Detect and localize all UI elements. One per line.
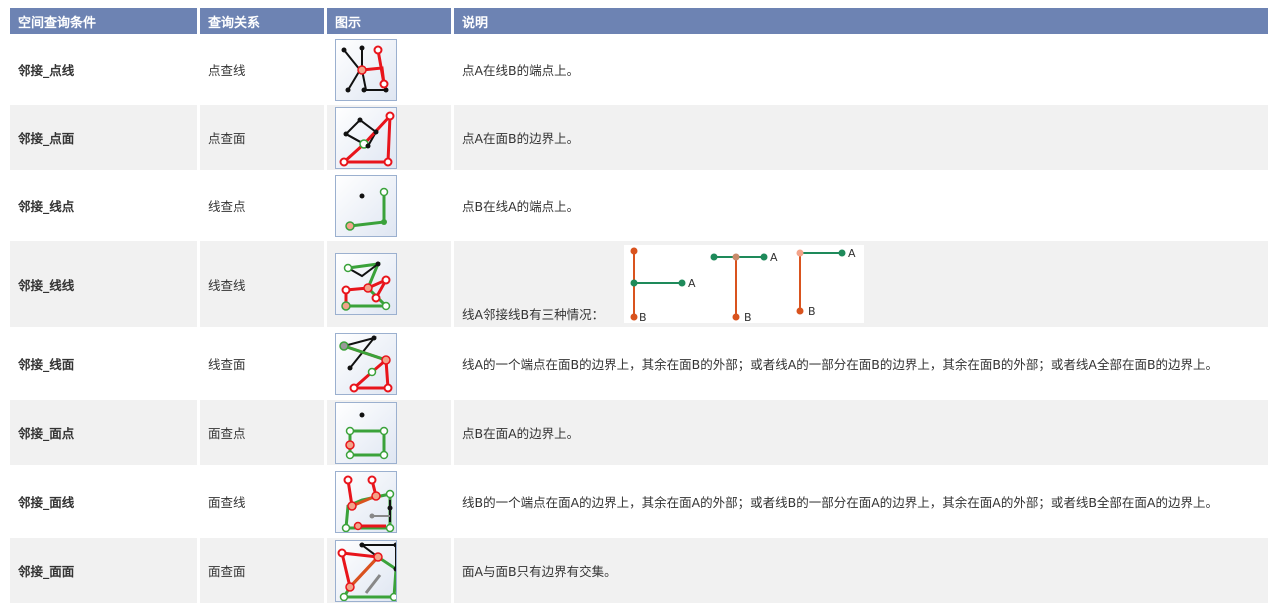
- relation-cell: 面查线: [200, 468, 327, 535]
- table-row: 邻接_线面 线查面 线A的一个端点在面B的边界上，其余在面B的外部；或者线A的一: [10, 330, 1268, 400]
- relation-cell: 点查线: [200, 37, 327, 102]
- description-cell: 线A的一个端点在面B的边界上，其余在面B的外部；或者线A的一部分在面B的边界上，…: [462, 357, 1219, 372]
- condition-cell: 邻接_点线: [10, 37, 200, 102]
- polygon-line-adjacency-icon: [335, 470, 397, 533]
- condition-cell: 邻接_线线: [10, 241, 200, 327]
- line-line-adjacency-icon: [335, 253, 397, 315]
- figure-cell: [327, 173, 454, 238]
- condition-cell: 邻接_面点: [10, 400, 200, 465]
- figure-cell: [327, 330, 454, 397]
- case1-label-b: B: [639, 311, 647, 323]
- figure-cell: [327, 538, 454, 603]
- case1-label-a: A: [688, 277, 696, 290]
- figure-cell: [327, 37, 454, 102]
- point-polygon-adjacency-icon: [335, 106, 397, 169]
- line-point-adjacency-icon: [335, 174, 397, 237]
- description-cell: 点B在线A的端点上。: [462, 199, 580, 214]
- spatial-query-table: 空间查询条件 查询关系 图示 说明 邻接_点线 点查线 点A在线B的端点上。 邻…: [10, 8, 1268, 606]
- description-cell: 点A在线B的端点上。: [462, 63, 580, 78]
- case3-label-b: B: [808, 305, 816, 318]
- table-row: 邻接_点面 点查面 点A在面B的边界上。: [10, 105, 1268, 173]
- relation-cell: 点查面: [200, 105, 327, 170]
- table-row: 邻接_面点 面查点 点B在面A的边界上。: [10, 400, 1268, 468]
- table-header: 空间查询条件 查询关系 图示 说明: [10, 8, 1268, 37]
- table-row: 邻接_线线 线查线 线A邻接线B有三种情况： A B A B A B: [10, 241, 1268, 330]
- table-row: 邻接_点线 点查线 点A在线B的端点上。: [10, 37, 1268, 105]
- header-condition: 空间查询条件: [10, 8, 200, 34]
- description-cell: 点B在面A的边界上。: [462, 426, 580, 441]
- line-line-cases-figure: A B A B A B: [624, 245, 864, 324]
- header-description: 说明: [462, 15, 489, 31]
- point-line-adjacency-icon: [335, 38, 397, 101]
- relation-cell: 面查面: [200, 538, 327, 603]
- figure-cell: [327, 400, 454, 465]
- line-polygon-adjacency-icon: [335, 332, 397, 395]
- case3-label-a: A: [848, 247, 856, 260]
- relation-cell: 线查面: [200, 330, 327, 397]
- table-row: 邻接_面面 面查面 面A与面B只有边界有交集。: [10, 538, 1268, 606]
- relation-cell: 线查点: [200, 173, 327, 238]
- description-cell: 面A与面B只有边界有交集。: [462, 564, 617, 579]
- condition-cell: 邻接_点面: [10, 105, 200, 170]
- relation-cell: 线查线: [200, 241, 327, 327]
- description-cell: 点A在面B的边界上。: [462, 131, 580, 146]
- polygon-polygon-adjacency-icon: [335, 539, 397, 602]
- polygon-point-adjacency-icon: [335, 401, 397, 464]
- figure-cell: [327, 105, 454, 170]
- description-cell: 线B的一个端点在面A的边界上，其余在面A的外部；或者线B的一部分在面A的边界上，…: [462, 495, 1218, 510]
- description-cell: 线A邻接线B有三种情况： A B A B A B: [454, 241, 1268, 327]
- header-figure: 图示: [327, 8, 454, 34]
- table-row: 邻接_线点 线查点 点B在线A的端点上。: [10, 173, 1268, 241]
- relation-cell: 面查点: [200, 400, 327, 465]
- condition-cell: 邻接_线面: [10, 330, 200, 397]
- condition-cell: 邻接_面面: [10, 538, 200, 603]
- table-row: 邻接_面线 面查线 线B的一个端点在面A的边界上，其余在面A的外部；或者线B的一…: [10, 468, 1268, 538]
- description-text: 线A邻接线B有三种情况：: [462, 307, 605, 322]
- header-relation: 查询关系: [200, 8, 327, 34]
- figure-cell: [327, 468, 454, 535]
- condition-cell: 邻接_线点: [10, 173, 200, 238]
- case2-label-b: B: [744, 311, 752, 323]
- figure-cell: [327, 241, 454, 327]
- condition-cell: 邻接_面线: [10, 468, 200, 535]
- case2-label-a: A: [770, 251, 778, 264]
